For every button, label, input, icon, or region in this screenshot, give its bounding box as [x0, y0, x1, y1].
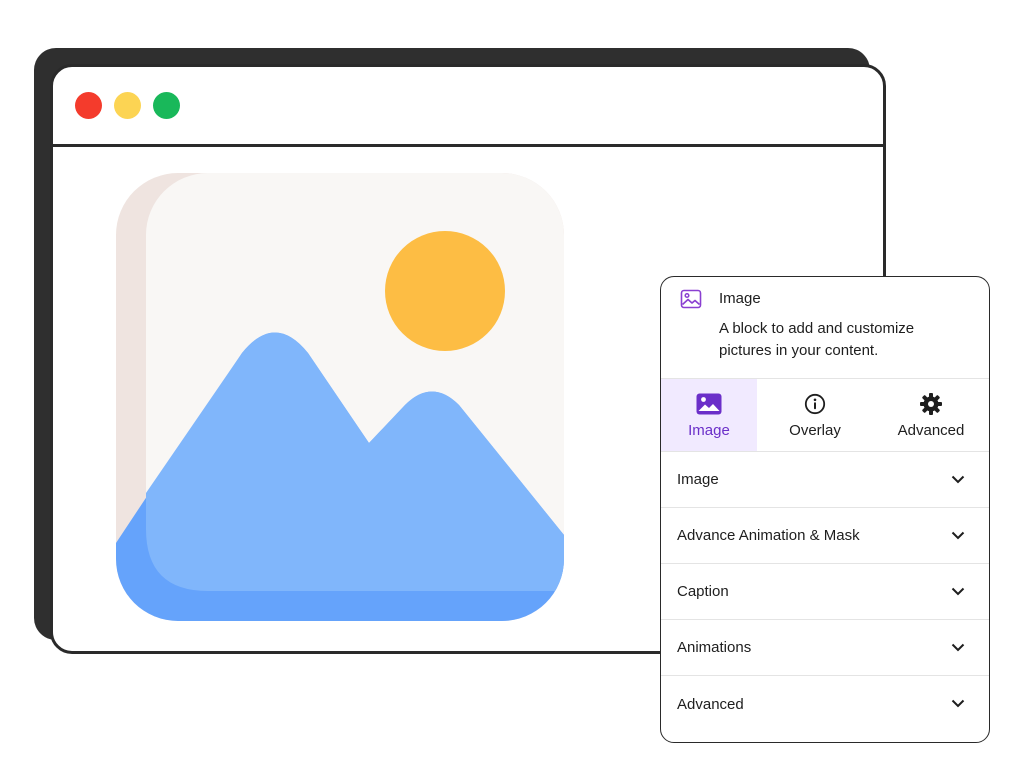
info-circle-icon	[804, 391, 826, 417]
section-image[interactable]: Image	[661, 452, 989, 508]
settings-sections: Image Advance Animation & Mask Caption A…	[661, 452, 989, 732]
chevron-down-icon	[951, 471, 965, 489]
block-card: Image A block to add and customize pictu…	[661, 277, 989, 378]
block-settings-panel: Image A block to add and customize pictu…	[660, 276, 990, 743]
chevron-down-icon	[951, 583, 965, 601]
settings-tabs: Image Overlay Advanced	[661, 378, 989, 452]
section-caption[interactable]: Caption	[661, 564, 989, 620]
section-label: Advance Animation & Mask	[677, 527, 860, 544]
section-advanced[interactable]: Advanced	[661, 676, 989, 732]
tab-overlay[interactable]: Overlay	[757, 379, 873, 451]
tab-advanced-label: Advanced	[897, 422, 965, 439]
section-animations[interactable]: Animations	[661, 620, 989, 676]
tab-overlay-label: Overlay	[789, 422, 841, 439]
image-placeholder-icon	[116, 173, 564, 621]
tab-image[interactable]: Image	[661, 379, 757, 451]
window-title-bar	[53, 67, 883, 147]
image-icon	[679, 287, 703, 316]
chevron-down-icon	[951, 695, 965, 713]
image-icon	[696, 391, 722, 417]
maximize-window-button[interactable]	[153, 92, 180, 119]
section-label: Caption	[677, 583, 729, 600]
chevron-down-icon	[951, 639, 965, 657]
block-description: A block to add and customize pictures in…	[719, 320, 915, 359]
minimize-window-button[interactable]	[114, 92, 141, 119]
tab-image-label: Image	[688, 422, 730, 439]
block-title: Image	[719, 290, 761, 307]
chevron-down-icon	[951, 527, 965, 545]
section-label: Advanced	[677, 695, 744, 713]
tab-advanced[interactable]: Advanced	[873, 379, 989, 451]
section-advance-animation-mask[interactable]: Advance Animation & Mask	[661, 508, 989, 564]
section-label: Image	[677, 471, 719, 488]
close-window-button[interactable]	[75, 92, 102, 119]
section-label: Animations	[677, 639, 752, 656]
gear-icon	[919, 391, 943, 417]
